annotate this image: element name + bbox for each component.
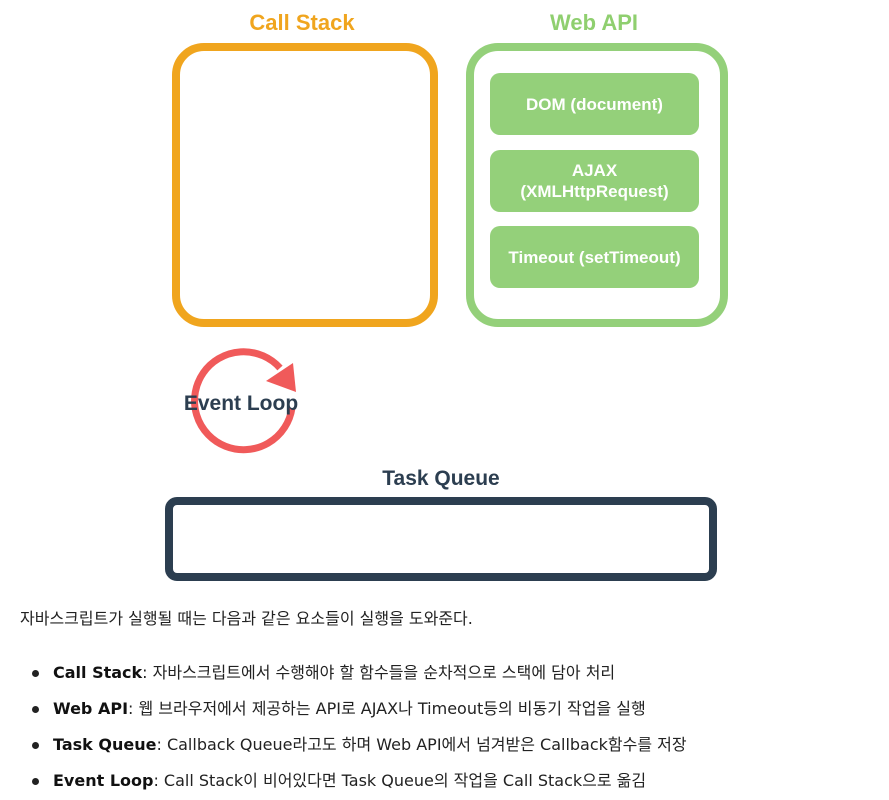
list-item-desc: : Call Stack이 비어있다면 Task Queue의 작업을 Call…	[153, 771, 647, 790]
list-item: Event Loop: Call Stack이 비어있다면 Task Queue…	[32, 763, 687, 799]
bullet-dot	[32, 706, 39, 713]
intro-text: 자바스크립트가 실행될 때는 다음과 같은 요소들이 실행을 도와준다.	[20, 609, 473, 628]
web-api-title: Web API	[549, 10, 638, 35]
list-item-term: Task Queue	[53, 735, 157, 754]
list-item-term: Call Stack	[53, 663, 143, 682]
list-item-term: Web API	[53, 699, 129, 718]
call-stack-title: Call Stack	[249, 10, 355, 35]
list-item-desc: : 자바스크립트에서 수행해야 할 함수들을 순차적으로 스택에 담아 처리	[142, 663, 616, 682]
web-api-item-ajax-line2: (XMLHttpRequest)	[520, 182, 669, 201]
list-item: Task Queue: Callback Queue라고도 하며 Web API…	[32, 727, 687, 763]
list-item-term: Event Loop	[53, 771, 154, 790]
web-api-item-dom-label: DOM (document)	[526, 94, 663, 114]
web-api-item-ajax-line1: AJAX	[571, 161, 618, 180]
list-item-desc: : Callback Queue라고도 하며 Web API에서 넘겨받은 Ca…	[156, 735, 687, 754]
bullet-dot	[32, 670, 39, 677]
event-loop-label: Event Loop	[183, 392, 299, 415]
web-api-item-ajax-label: AJAX (XMLHttpRequest)	[520, 160, 668, 202]
call-stack-box	[172, 43, 438, 327]
list-item: Web API: 웹 브라우저에서 제공하는 API로 AJAX나 Timeou…	[32, 691, 687, 727]
web-api-item-dom: DOM (document)	[490, 73, 699, 135]
list-item: Call Stack: 자바스크립트에서 수행해야 할 함수들을 순차적으로 스…	[32, 655, 687, 691]
task-queue-box	[165, 497, 717, 581]
task-queue-title: Task Queue	[382, 467, 500, 490]
bullet-dot	[32, 778, 39, 785]
bullet-dot	[32, 742, 39, 749]
web-api-item-timeout-label: Timeout (setTimeout)	[508, 247, 681, 267]
list-item-desc: : 웹 브라우저에서 제공하는 API로 AJAX나 Timeout등의 비동기…	[128, 699, 646, 718]
description-list: Call Stack: 자바스크립트에서 수행해야 할 함수들을 순차적으로 스…	[32, 655, 687, 799]
web-api-item-timeout: Timeout (setTimeout)	[490, 226, 699, 288]
web-api-item-ajax: AJAX (XMLHttpRequest)	[490, 150, 699, 212]
